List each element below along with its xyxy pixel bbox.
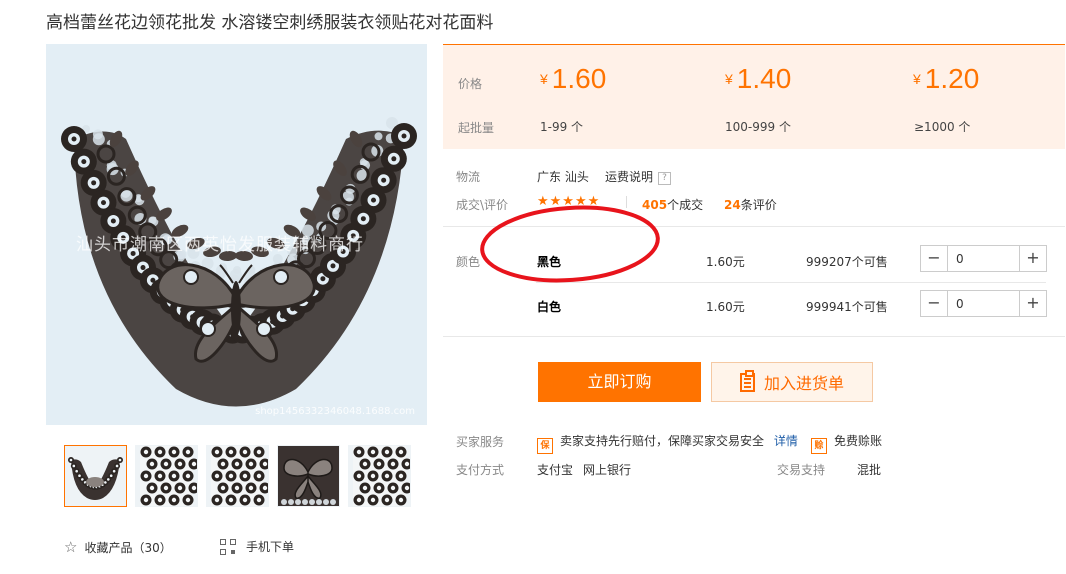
favorite-label: 收藏产品（30） bbox=[84, 540, 172, 555]
rating-stars: ★★★★★ bbox=[537, 194, 601, 209]
qty-tier-2: 100-999 个 bbox=[725, 120, 791, 134]
credit-badge-icon: 赊 bbox=[811, 438, 827, 454]
qty-tier-3: ≥1000 个 bbox=[914, 120, 971, 134]
quantity-stepper-black: − + bbox=[920, 245, 1047, 272]
thumbnail-lace-detail-image bbox=[211, 446, 268, 506]
shipping-info-link[interactable]: 运费说明? bbox=[605, 168, 672, 185]
help-icon[interactable]: ? bbox=[658, 172, 672, 185]
min-qty-label: 起批量 bbox=[458, 121, 495, 135]
main-product-image[interactable]: 汕头市潮南区两英怡发服装辅料商行 shop1456332346048.1688.… bbox=[46, 44, 427, 425]
mobile-order-label: 手机下单 bbox=[246, 540, 295, 554]
guarantee-badge-icon: 保 bbox=[537, 438, 553, 454]
sku-row-divider bbox=[536, 282, 1046, 283]
sku-name-white: 白色 bbox=[537, 300, 562, 314]
quantity-stepper-white: − + bbox=[920, 290, 1047, 317]
image-watermark: 汕头市潮南区两英怡发服装辅料商行 bbox=[76, 235, 364, 255]
price-panel: 价格 起批量 ¥1.60 ¥1.40 ¥1.20 1-99 个 100-999 … bbox=[443, 44, 1065, 149]
decrement-button[interactable]: − bbox=[921, 246, 948, 271]
order-now-button[interactable]: 立即订购 bbox=[538, 362, 701, 402]
add-to-list-label: 加入进货单 bbox=[763, 374, 844, 393]
transactions-label: 成交\评价 bbox=[456, 198, 509, 212]
purchase-list-icon bbox=[739, 369, 755, 392]
price-tier-2: ¥1.40 bbox=[725, 63, 792, 94]
credit-service: 赊免费赊账 bbox=[811, 432, 882, 454]
product-title: 高档蕾丝花边领花批发 水溶镂空刺绣服装衣领贴花对花面料 bbox=[46, 13, 494, 33]
sku-price: 1.60元 bbox=[706, 255, 745, 269]
price-label: 价格 bbox=[458, 77, 483, 91]
thumbnail-strip bbox=[64, 445, 411, 507]
sku-name-black: 黑色 bbox=[537, 255, 562, 269]
qty-tier-1: 1-99 个 bbox=[540, 120, 584, 134]
price-tier-3: ¥1.20 bbox=[913, 63, 980, 94]
sku-price: 1.60元 bbox=[706, 300, 745, 314]
guarantee-service: 保卖家支持先行赔付，保障买家交易安全 详情 bbox=[537, 432, 798, 454]
thumbnail-2[interactable] bbox=[135, 445, 198, 507]
annotation-circle bbox=[480, 205, 660, 283]
sku-stock: 999941个可售 bbox=[806, 300, 888, 314]
review-count[interactable]: 24条评价 bbox=[724, 196, 777, 213]
increment-button[interactable]: + bbox=[1019, 291, 1046, 316]
payment-method-online-bank: 网上银行 bbox=[583, 463, 632, 477]
deal-count[interactable]: 405个成交 bbox=[642, 196, 703, 213]
color-label: 颜色 bbox=[456, 255, 481, 269]
star-icon: ☆ bbox=[64, 538, 78, 556]
thumbnail-butterfly-detail-image bbox=[278, 446, 339, 506]
thumbnail-4[interactable] bbox=[277, 445, 340, 507]
price-tier-1: ¥1.60 bbox=[540, 63, 607, 94]
increment-button[interactable]: + bbox=[1019, 246, 1046, 271]
payment-method-alipay: 支付宝 bbox=[537, 463, 574, 477]
sku-stock: 999207个可售 bbox=[806, 255, 888, 269]
thumbnail-lace-detail-image bbox=[353, 446, 410, 506]
divider bbox=[626, 196, 627, 208]
payment-label: 支付方式 bbox=[456, 463, 505, 477]
thumbnail-5[interactable] bbox=[348, 445, 411, 507]
qr-code-icon bbox=[220, 538, 236, 555]
decrement-button[interactable]: − bbox=[921, 291, 948, 316]
logistics-label: 物流 bbox=[456, 170, 481, 184]
section-divider bbox=[443, 336, 1065, 337]
thumbnail-1[interactable] bbox=[64, 445, 127, 507]
thumbnail-collar-image bbox=[68, 457, 123, 500]
quantity-input[interactable] bbox=[948, 291, 1019, 316]
section-divider bbox=[443, 226, 1065, 227]
thumbnail-lace-detail-image bbox=[140, 446, 197, 506]
quantity-input[interactable] bbox=[948, 246, 1019, 271]
logistics-origin: 广东 汕头 bbox=[537, 170, 589, 184]
details-link[interactable]: 详情 bbox=[774, 434, 798, 448]
favorite-product-button[interactable]: ☆ 收藏产品（30） bbox=[64, 538, 172, 556]
image-watermark-url: shop1456332346048.1688.com bbox=[255, 406, 415, 417]
trade-support-label: 交易支持 bbox=[777, 463, 826, 477]
trade-support-value: 混批 bbox=[857, 463, 882, 477]
thumbnail-3[interactable] bbox=[206, 445, 269, 507]
buyer-services-label: 买家服务 bbox=[456, 435, 505, 449]
mobile-order-button[interactable]: 手机下单 bbox=[220, 538, 294, 555]
add-to-purchase-list-button[interactable]: 加入进货单 bbox=[711, 362, 873, 402]
